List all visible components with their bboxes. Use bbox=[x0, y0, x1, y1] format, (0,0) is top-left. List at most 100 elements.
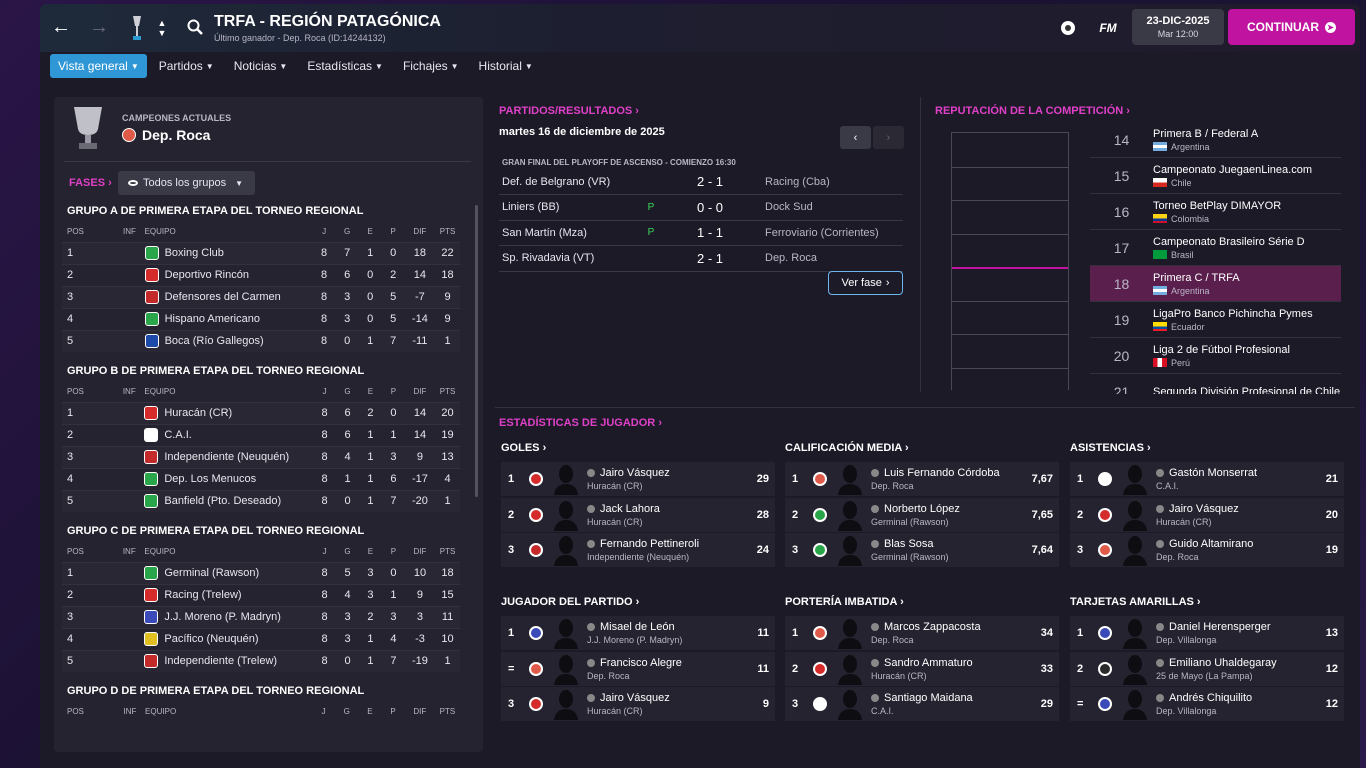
tab-historial[interactable]: Historial ▼ bbox=[471, 54, 541, 78]
results-title[interactable]: PARTIDOS/RESULTADOS › bbox=[499, 105, 639, 117]
player-stats-title[interactable]: ESTADÍSTICAS DE JUGADOR › bbox=[499, 417, 662, 429]
team-name[interactable]: Independiente (Neuquén) bbox=[164, 451, 289, 463]
player-club[interactable]: Huracán (CR) bbox=[1156, 517, 1304, 527]
player-club[interactable]: Huracán (CR) bbox=[587, 481, 735, 491]
ball-icon[interactable] bbox=[1058, 18, 1078, 38]
player-stat-row[interactable]: 1 Luis Fernando Córdoba Dep. Roca 7,67 bbox=[785, 462, 1059, 496]
player-name[interactable]: Francisco Alegre bbox=[600, 657, 682, 669]
stat-block-title[interactable]: TARJETAS AMARILLAS › bbox=[1070, 596, 1201, 608]
team-name[interactable]: Banfield (Pto. Deseado) bbox=[164, 495, 281, 507]
tab-estadisticas[interactable]: Estadísticas ▼ bbox=[299, 54, 391, 78]
player-club[interactable]: C.A.I. bbox=[1156, 481, 1304, 491]
stat-block-title[interactable]: ASISTENCIAS › bbox=[1070, 442, 1151, 454]
player-name[interactable]: Fernando Pettineroli bbox=[600, 538, 699, 550]
player-stat-row[interactable]: 3 Santiago Maidana C.A.I. 29 bbox=[785, 687, 1059, 721]
table-row[interactable]: 5 Banfield (Pto. Deseado) 8 0 1 7 -20 1 bbox=[62, 489, 460, 512]
tab-partidos[interactable]: Partidos ▼ bbox=[151, 54, 222, 78]
team-name[interactable]: Racing (Trelew) bbox=[164, 589, 241, 601]
player-name[interactable]: Santiago Maidana bbox=[884, 692, 973, 704]
player-name[interactable]: Daniel Herensperger bbox=[1169, 621, 1271, 633]
player-stat-row[interactable]: 1 Daniel Herensperger Dep. Villalonga 13 bbox=[1070, 616, 1344, 650]
player-club[interactable]: Dep. Roca bbox=[587, 671, 735, 681]
player-stat-row[interactable]: 3 Fernando Pettineroli Independiente (Neuq… bbox=[501, 533, 775, 567]
player-name[interactable]: Gastón Monserrat bbox=[1169, 467, 1257, 479]
player-club[interactable]: Huracán (CR) bbox=[587, 706, 735, 716]
table-row[interactable]: 1 Germinal (Rawson) 8 5 3 0 10 18 bbox=[62, 561, 460, 584]
player-stat-row[interactable]: = Francisco Alegre Dep. Roca 11 bbox=[501, 651, 775, 686]
player-name[interactable]: Andrés Chiquilito bbox=[1169, 692, 1252, 704]
team-name[interactable]: Hispano Americano bbox=[165, 313, 260, 325]
player-club[interactable]: Dep. Roca bbox=[1156, 552, 1304, 562]
ver-fase-button[interactable]: Ver fase › bbox=[828, 271, 903, 295]
table-row[interactable]: 1 Boxing Club 8 7 1 0 18 22 bbox=[62, 241, 460, 264]
player-name[interactable]: Jairo Vásquez bbox=[600, 692, 670, 704]
team-name[interactable]: Boca (Río Gallegos) bbox=[165, 335, 264, 347]
competition-switch-icon[interactable]: ▲ ▼ bbox=[156, 16, 168, 40]
tab-vista-general[interactable]: Vista general ▼ bbox=[50, 54, 147, 78]
champion-team[interactable]: Dep. Roca bbox=[122, 127, 210, 143]
competition-row[interactable]: 16 Torneo BetPlay DIMAYOR Colombia bbox=[1090, 194, 1341, 230]
competition-row[interactable]: 19 LigaPro Banco Pichincha Pymes Ecuador bbox=[1090, 302, 1341, 338]
competition-row[interactable]: 14 Primera B / Federal A Argentina bbox=[1090, 122, 1341, 158]
table-row[interactable]: 5 Boca (Río Gallegos) 8 0 1 7 -11 1 bbox=[62, 329, 460, 352]
competition-row[interactable]: 15 Campeonato JuegaenLinea.com Chile bbox=[1090, 158, 1341, 194]
table-row[interactable]: 4 Dep. Los Menucos 8 1 1 6 -17 4 bbox=[62, 467, 460, 490]
player-stat-row[interactable]: 3 Blas Sosa Germinal (Rawson) 7,64 bbox=[785, 533, 1059, 567]
stat-block-title[interactable]: CALIFICACIÓN MEDIA › bbox=[785, 442, 909, 454]
player-club[interactable]: J.J. Moreno (P. Madryn) bbox=[587, 635, 735, 645]
player-name[interactable]: Sandro Ammaturo bbox=[884, 657, 973, 669]
player-name[interactable]: Norberto López bbox=[884, 503, 960, 515]
player-club[interactable]: 25 de Mayo (La Pampa) bbox=[1156, 671, 1304, 681]
player-stat-row[interactable]: = Andrés Chiquilito Dep. Villalonga 12 bbox=[1070, 687, 1344, 721]
player-club[interactable]: Huracán (CR) bbox=[587, 517, 735, 527]
stat-block-title[interactable]: PORTERÍA IMBATIDA › bbox=[785, 596, 904, 608]
group-selector[interactable]: Todos los grupos ▼ bbox=[118, 171, 255, 195]
player-stat-row[interactable]: 2 Jairo Vásquez Huracán (CR) 20 bbox=[1070, 497, 1344, 532]
team-name[interactable]: Deportivo Rincón bbox=[165, 269, 249, 281]
stat-block-title[interactable]: JUGADOR DEL PARTIDO › bbox=[501, 596, 639, 608]
player-stat-row[interactable]: 1 Gastón Monserrat C.A.I. 21 bbox=[1070, 462, 1344, 496]
phases-label[interactable]: FASES › bbox=[69, 177, 112, 189]
match-row[interactable]: Sp. Rivadavia (VT) 2 - 1 Dep. Roca bbox=[499, 246, 903, 272]
player-club[interactable]: Dep. Villalonga bbox=[1156, 635, 1304, 645]
table-row[interactable]: 5 Independiente (Trelew) 8 0 1 7 -19 1 bbox=[62, 649, 460, 672]
competition-row[interactable]: 18 Primera C / TRFA Argentina bbox=[1090, 266, 1341, 302]
player-name[interactable]: Luis Fernando Córdoba bbox=[884, 467, 1000, 479]
team-name[interactable]: Dep. Los Menucos bbox=[164, 473, 256, 485]
match-row[interactable]: Def. de Belgrano (VR) 2 - 1 Racing (Cba) bbox=[499, 169, 903, 195]
scrollbar[interactable] bbox=[475, 205, 478, 497]
player-stat-row[interactable]: 1 Jairo Vásquez Huracán (CR) 29 bbox=[501, 462, 775, 496]
player-stat-row[interactable]: 3 Guido Altamirano Dep. Roca 19 bbox=[1070, 533, 1344, 567]
player-club[interactable]: Huracán (CR) bbox=[871, 671, 1019, 681]
player-club[interactable]: Dep. Roca bbox=[871, 635, 1019, 645]
fm-logo[interactable]: FM bbox=[1095, 18, 1121, 38]
stat-block-title[interactable]: GOLES › bbox=[501, 442, 546, 454]
player-stat-row[interactable]: 1 Misael de León J.J. Moreno (P. Madryn) 11 bbox=[501, 616, 775, 650]
player-stat-row[interactable]: 2 Norberto López Germinal (Rawson) 7,65 bbox=[785, 497, 1059, 532]
player-club[interactable]: C.A.I. bbox=[871, 706, 1019, 716]
player-club[interactable]: Germinal (Rawson) bbox=[871, 552, 1019, 562]
player-stat-row[interactable]: 2 Emiliano Uhaldegaray 25 de Mayo (La Pamp… bbox=[1070, 651, 1344, 686]
team-name[interactable]: Germinal (Rawson) bbox=[164, 567, 259, 579]
team-name[interactable]: J.J. Moreno (P. Madryn) bbox=[164, 611, 281, 623]
table-row[interactable]: 3 Independiente (Neuquén) 8 4 1 3 9 13 bbox=[62, 445, 460, 468]
prev-page-button[interactable]: ‹ bbox=[840, 126, 871, 149]
player-name[interactable]: Guido Altamirano bbox=[1169, 538, 1253, 550]
team-name[interactable]: Huracán (CR) bbox=[164, 407, 232, 419]
tab-noticias[interactable]: Noticias ▼ bbox=[226, 54, 296, 78]
table-row[interactable]: 4 Hispano Americano 8 3 0 5 -14 9 bbox=[62, 307, 460, 330]
team-name[interactable]: Boxing Club bbox=[165, 247, 224, 259]
table-row[interactable]: 2 Racing (Trelew) 8 4 3 1 9 15 bbox=[62, 583, 460, 606]
competition-row[interactable]: 21 Segunda División Profesional de Chile bbox=[1090, 374, 1341, 395]
back-arrow-icon[interactable]: ← bbox=[50, 16, 72, 38]
player-club[interactable]: Dep. Roca bbox=[871, 481, 1019, 491]
date-display[interactable]: 23-DIC-2025 Mar 12:00 bbox=[1132, 9, 1224, 45]
player-name[interactable]: Marcos Zappacosta bbox=[884, 621, 981, 633]
player-club[interactable]: Independiente (Neuquén) bbox=[587, 552, 735, 562]
player-stat-row[interactable]: 3 Jairo Vásquez Huracán (CR) 9 bbox=[501, 687, 775, 721]
match-row[interactable]: San Martín (Mza) P 1 - 1 Ferroviario (Corri… bbox=[499, 220, 903, 246]
forward-arrow-icon[interactable]: → bbox=[88, 16, 110, 38]
team-name[interactable]: C.A.I. bbox=[164, 429, 192, 441]
player-stat-row[interactable]: 2 Jack Lahora Huracán (CR) 28 bbox=[501, 497, 775, 532]
team-name[interactable]: Pacífico (Neuquén) bbox=[164, 633, 258, 645]
